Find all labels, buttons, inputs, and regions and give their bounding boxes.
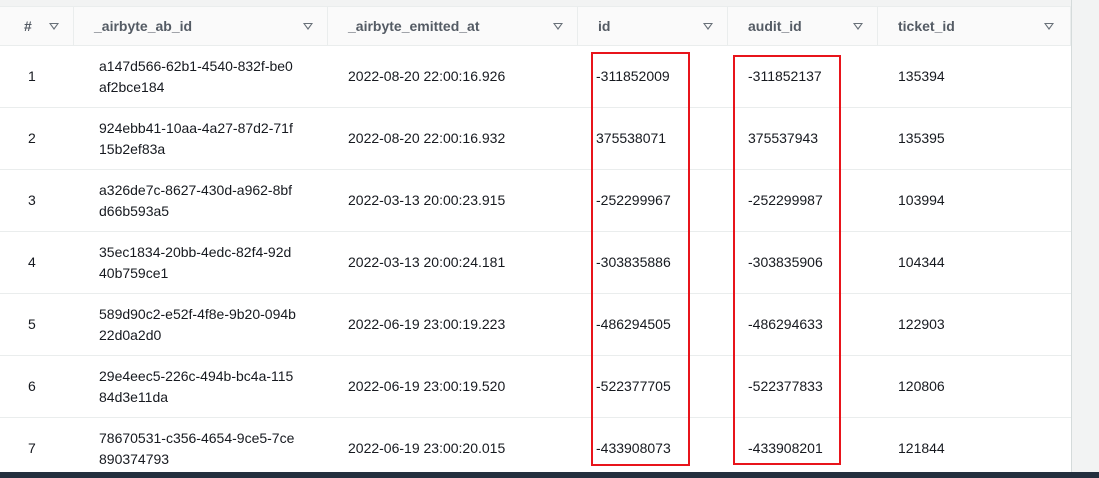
- sort-caret-down-icon[interactable]: [1044, 22, 1054, 30]
- cell-id: -486294505: [578, 293, 728, 356]
- cell-id: -522377705: [578, 355, 728, 418]
- results-panel: # _airbyte_ab_id _airbyte_emitted_at id …: [0, 0, 1072, 478]
- query-results-frame: # _airbyte_ab_id _airbyte_emitted_at id …: [0, 0, 1099, 478]
- table-row: 6 29e4eec5-226c-494b-bc4a-11584d3e11da 2…: [0, 355, 1071, 418]
- column-header-audit-id[interactable]: audit_id: [728, 7, 878, 46]
- cell-airbyte-emitted-at: 2022-06-19 23:00:19.223: [328, 293, 578, 356]
- cell-airbyte-emitted-at: 2022-03-13 20:00:24.181: [328, 231, 578, 294]
- cell-num: 6: [0, 355, 74, 418]
- sort-caret-down-icon[interactable]: [703, 22, 713, 30]
- table-header-row: # _airbyte_ab_id _airbyte_emitted_at id …: [0, 7, 1071, 46]
- cell-num: 4: [0, 231, 74, 294]
- cell-audit-id: -303835906: [728, 231, 878, 294]
- column-header-label: id: [598, 18, 611, 34]
- cell-ticket-id: 120806: [878, 355, 1071, 418]
- bottom-bar: [0, 472, 1099, 478]
- column-header-num[interactable]: #: [0, 7, 74, 46]
- cell-airbyte-emitted-at: 2022-08-20 22:00:16.926: [328, 45, 578, 108]
- cell-airbyte-ab-id: 589d90c2-e52f-4f8e-9b20-094b22d0a2d0: [74, 293, 328, 356]
- table-row: 5 589d90c2-e52f-4f8e-9b20-094b22d0a2d0 2…: [0, 293, 1071, 356]
- cell-id: -252299967: [578, 169, 728, 232]
- cell-ticket-id: 135394: [878, 45, 1071, 108]
- column-header-label: audit_id: [748, 18, 802, 34]
- column-header-label: _airbyte_emitted_at: [348, 18, 480, 34]
- cell-num: 5: [0, 293, 74, 356]
- cell-num: 2: [0, 107, 74, 170]
- cell-airbyte-ab-id: 29e4eec5-226c-494b-bc4a-11584d3e11da: [74, 355, 328, 418]
- cell-num: 7: [0, 417, 74, 478]
- table-row: 7 78670531-c356-4654-9ce5-7ce890374793 2…: [0, 417, 1071, 478]
- table-row: 3 a326de7c-8627-430d-a962-8bfd66b593a5 2…: [0, 169, 1071, 232]
- cell-audit-id: -252299987: [728, 169, 878, 232]
- cell-airbyte-ab-id: 78670531-c356-4654-9ce5-7ce890374793: [74, 417, 328, 478]
- right-gutter: [1072, 0, 1099, 472]
- cell-id: -311852009: [578, 45, 728, 108]
- column-header-label: #: [24, 18, 32, 34]
- cell-ticket-id: 104344: [878, 231, 1071, 294]
- panel-top-edge: [0, 0, 1071, 7]
- cell-airbyte-emitted-at: 2022-06-19 23:00:20.015: [328, 417, 578, 478]
- cell-id: 375538071: [578, 107, 728, 170]
- cell-ticket-id: 122903: [878, 293, 1071, 356]
- sort-caret-down-icon[interactable]: [553, 22, 563, 30]
- cell-audit-id: -433908201: [728, 417, 878, 478]
- cell-num: 1: [0, 45, 74, 108]
- column-header-airbyte-emitted-at[interactable]: _airbyte_emitted_at: [328, 7, 578, 46]
- sort-caret-down-icon[interactable]: [853, 22, 863, 30]
- cell-airbyte-emitted-at: 2022-08-20 22:00:16.932: [328, 107, 578, 170]
- sort-caret-down-icon[interactable]: [303, 22, 313, 30]
- cell-audit-id: -486294633: [728, 293, 878, 356]
- cell-ticket-id: 103994: [878, 169, 1071, 232]
- column-header-label: _airbyte_ab_id: [94, 18, 193, 34]
- cell-audit-id: -311852137: [728, 45, 878, 108]
- cell-airbyte-emitted-at: 2022-06-19 23:00:19.520: [328, 355, 578, 418]
- column-header-airbyte-ab-id[interactable]: _airbyte_ab_id: [74, 7, 328, 46]
- table-row: 4 35ec1834-20bb-4edc-82f4-92d40b759ce1 2…: [0, 231, 1071, 294]
- cell-ticket-id: 135395: [878, 107, 1071, 170]
- cell-airbyte-ab-id: 924ebb41-10aa-4a27-87d2-71f15b2ef83a: [74, 107, 328, 170]
- column-header-ticket-id[interactable]: ticket_id: [878, 7, 1071, 46]
- cell-airbyte-ab-id: a147d566-62b1-4540-832f-be0af2bce184: [74, 45, 328, 108]
- cell-airbyte-ab-id: a326de7c-8627-430d-a962-8bfd66b593a5: [74, 169, 328, 232]
- cell-airbyte-emitted-at: 2022-03-13 20:00:23.915: [328, 169, 578, 232]
- cell-airbyte-ab-id: 35ec1834-20bb-4edc-82f4-92d40b759ce1: [74, 231, 328, 294]
- cell-audit-id: -522377833: [728, 355, 878, 418]
- cell-id: -303835886: [578, 231, 728, 294]
- sort-caret-down-icon[interactable]: [49, 22, 59, 30]
- cell-audit-id: 375537943: [728, 107, 878, 170]
- cell-id: -433908073: [578, 417, 728, 478]
- table-row: 2 924ebb41-10aa-4a27-87d2-71f15b2ef83a 2…: [0, 107, 1071, 170]
- table-row: 1 a147d566-62b1-4540-832f-be0af2bce184 2…: [0, 45, 1071, 108]
- column-header-id[interactable]: id: [578, 7, 728, 46]
- cell-ticket-id: 121844: [878, 417, 1071, 478]
- results-table: # _airbyte_ab_id _airbyte_emitted_at id …: [0, 7, 1071, 478]
- column-header-label: ticket_id: [898, 18, 955, 34]
- cell-num: 3: [0, 169, 74, 232]
